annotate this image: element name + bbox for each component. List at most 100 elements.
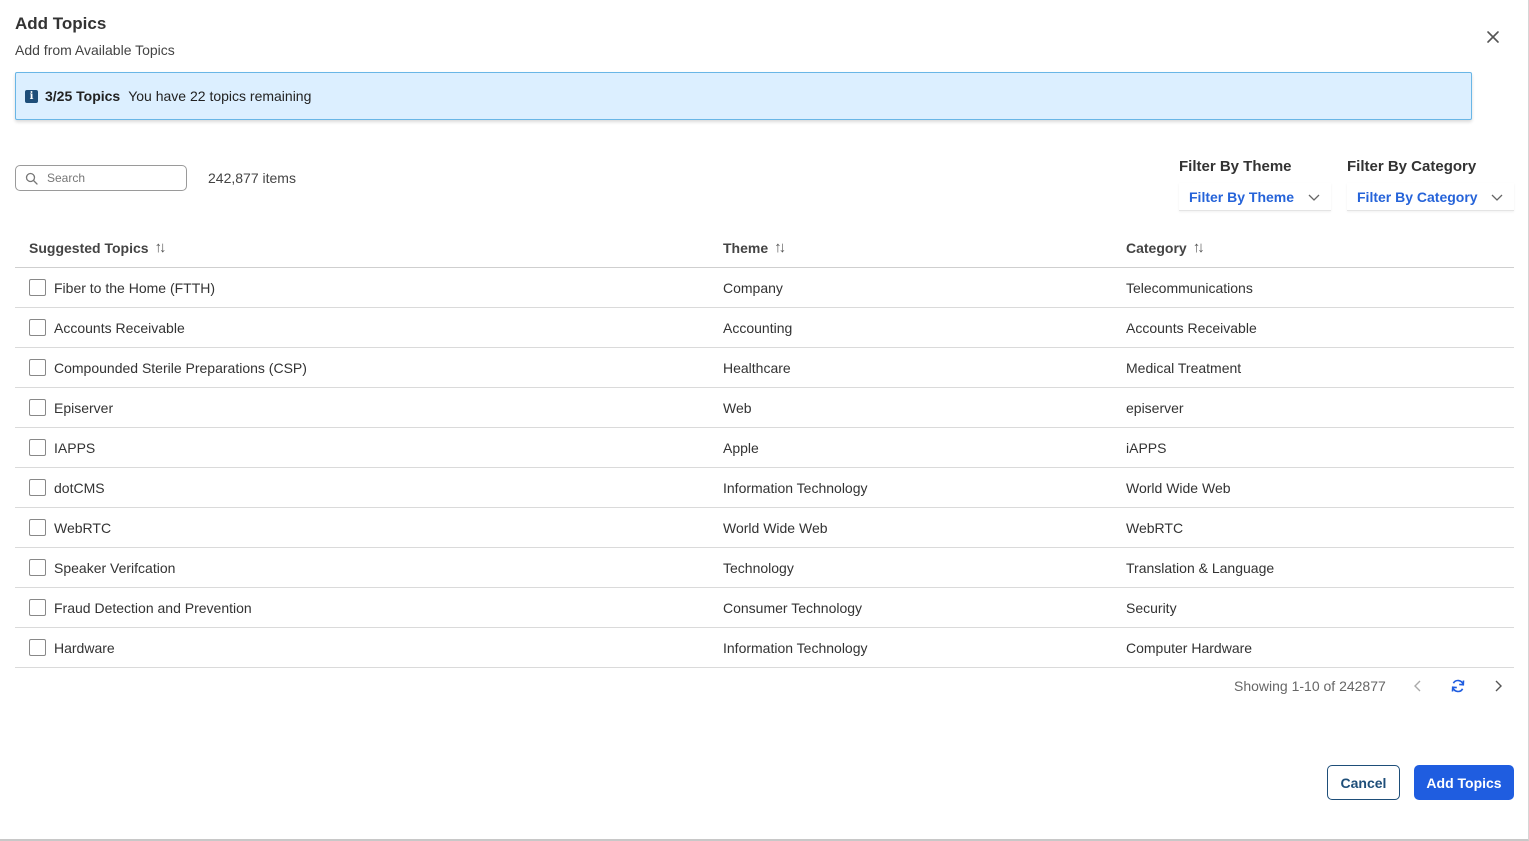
search-icon <box>25 172 38 185</box>
theme-cell: Consumer Technology <box>723 599 863 616</box>
table-row[interactable]: Compounded Sterile Preparations (CSP) Hea… <box>15 348 1514 388</box>
topic-checkbox[interactable] <box>29 639 46 656</box>
theme-cell: Information Technology <box>723 639 868 656</box>
topic-name: IAPPS <box>54 439 96 456</box>
topic-checkbox[interactable] <box>29 359 46 376</box>
table-row[interactable]: Speaker Verifcation Technology Translation… <box>15 548 1514 588</box>
column-header-category[interactable]: Category ↑↓ <box>1126 239 1514 256</box>
topic-cell: IAPPS <box>15 439 723 456</box>
search-box[interactable] <box>15 165 187 191</box>
topic-checkbox[interactable] <box>29 559 46 576</box>
topics-count: 3/25 Topics <box>45 88 121 104</box>
category-cell: iAPPS <box>1126 439 1167 456</box>
filter-category-select[interactable]: Filter By Category <box>1347 183 1514 211</box>
topic-checkbox[interactable] <box>29 439 46 456</box>
chevron-down-icon <box>1308 194 1320 201</box>
topic-cell: WebRTC <box>15 519 723 536</box>
filter-by-category: Filter By Category Filter By Category <box>1347 158 1514 211</box>
table-row[interactable]: WebRTC World Wide Web WebRTC <box>15 508 1514 548</box>
topic-name: Fiber to the Home (FTTH) <box>54 279 216 296</box>
topic-name: WebRTC <box>54 519 112 536</box>
topic-name: Accounts Receivable <box>54 319 185 336</box>
items-count: 242,877 items <box>208 170 296 186</box>
topic-name: dotCMS <box>54 479 105 496</box>
topic-name: Compounded Sterile Preparations (CSP) <box>54 359 307 376</box>
filter-category-value: Filter By Category <box>1357 188 1478 205</box>
filter-by-theme: Filter By Theme Filter By Theme <box>1179 158 1331 211</box>
topic-checkbox[interactable] <box>29 399 46 416</box>
close-icon <box>1487 31 1499 43</box>
sort-icon[interactable]: ↑↓ <box>1193 239 1205 256</box>
topics-table: Suggested Topics ↑↓ Theme ↑↓ Category ↑↓… <box>15 228 1514 668</box>
close-button[interactable] <box>1482 26 1504 48</box>
table-row[interactable]: Fraud Detection and Prevention Consumer T… <box>15 588 1514 628</box>
category-cell: Medical Treatment <box>1126 359 1242 376</box>
sort-icon[interactable]: ↑↓ <box>155 239 167 256</box>
theme-cell: Apple <box>723 439 759 456</box>
category-cell: episerver <box>1126 399 1184 416</box>
topic-checkbox[interactable] <box>29 479 46 496</box>
topic-cell: Fraud Detection and Prevention <box>15 599 723 616</box>
topic-cell: Accounts Receivable <box>15 319 723 336</box>
pagination: Showing 1-10 of 242877 <box>1234 676 1508 696</box>
chevron-left-icon <box>1413 680 1421 692</box>
category-cell: Computer Hardware <box>1126 639 1253 656</box>
table-row[interactable]: Episerver Web episerver <box>15 388 1514 428</box>
refresh-button[interactable] <box>1448 676 1468 696</box>
topic-name: Episerver <box>54 399 114 416</box>
topic-checkbox[interactable] <box>29 279 46 296</box>
info-icon: i <box>25 89 38 103</box>
chevron-right-icon <box>1495 680 1502 692</box>
topic-checkbox[interactable] <box>29 319 46 336</box>
table-row[interactable]: Fiber to the Home (FTTH) Company Telecommu… <box>15 268 1514 308</box>
topic-name: Speaker Verifcation <box>54 559 176 576</box>
filter-theme-label: Filter By Theme <box>1179 158 1292 175</box>
add-topics-button[interactable]: Add Topics <box>1414 765 1514 800</box>
add-topics-dialog: Add Topics Add from Available Topics i 3… <box>0 0 1529 841</box>
chevron-down-icon <box>1491 194 1503 201</box>
theme-cell: World Wide Web <box>723 519 828 536</box>
topic-cell: dotCMS <box>15 479 723 496</box>
category-cell: Translation & Language <box>1126 559 1275 576</box>
column-header-topics[interactable]: Suggested Topics ↑↓ <box>15 239 723 256</box>
category-cell: Accounts Receivable <box>1126 319 1257 336</box>
column-header-label: Category <box>1126 239 1187 256</box>
table-row[interactable]: IAPPS Apple iAPPS <box>15 428 1514 468</box>
topics-remaining-banner: i 3/25 Topics You have 22 topics remaini… <box>15 72 1472 120</box>
filter-theme-select[interactable]: Filter By Theme <box>1179 183 1331 211</box>
theme-cell: Healthcare <box>723 359 791 376</box>
dialog-subtitle: Add from Available Topics <box>15 42 175 58</box>
sort-icon[interactable]: ↑↓ <box>774 239 786 256</box>
topic-cell: Fiber to the Home (FTTH) <box>15 279 723 296</box>
search-input[interactable] <box>47 171 177 185</box>
topic-name: Hardware <box>54 639 115 656</box>
theme-cell: Technology <box>723 559 794 576</box>
column-header-label: Theme <box>723 239 769 256</box>
table-header: Suggested Topics ↑↓ Theme ↑↓ Category ↑↓ <box>15 228 1514 268</box>
topic-cell: Compounded Sterile Preparations (CSP) <box>15 359 723 376</box>
topic-cell: Speaker Verifcation <box>15 559 723 576</box>
table-row[interactable]: dotCMS Information Technology World Wide W… <box>15 468 1514 508</box>
pagination-text: Showing 1-10 of 242877 <box>1234 678 1386 694</box>
category-cell: World Wide Web <box>1126 479 1231 496</box>
theme-cell: Accounting <box>723 319 793 336</box>
table-row[interactable]: Hardware Information Technology Computer H… <box>15 628 1514 668</box>
category-cell: Telecommunications <box>1126 279 1253 296</box>
dialog-title: Add Topics <box>15 14 107 33</box>
theme-cell: Web <box>723 399 752 416</box>
table-body: Fiber to the Home (FTTH) Company Telecommu… <box>15 268 1514 668</box>
next-page-button[interactable] <box>1488 676 1508 696</box>
column-header-theme[interactable]: Theme ↑↓ <box>723 239 1126 256</box>
column-header-label: Suggested Topics <box>29 239 149 256</box>
category-cell: WebRTC <box>1126 519 1184 536</box>
topics-remaining-message: You have 22 topics remaining <box>128 88 312 104</box>
theme-cell: Information Technology <box>723 479 868 496</box>
filter-theme-value: Filter By Theme <box>1189 188 1295 205</box>
topic-checkbox[interactable] <box>29 519 46 536</box>
topic-checkbox[interactable] <box>29 599 46 616</box>
filter-category-label: Filter By Category <box>1347 158 1477 175</box>
cancel-button[interactable]: Cancel <box>1327 765 1400 800</box>
previous-page-button[interactable] <box>1408 676 1428 696</box>
topic-cell: Episerver <box>15 399 723 416</box>
table-row[interactable]: Accounts Receivable Accounting Accounts Re… <box>15 308 1514 348</box>
